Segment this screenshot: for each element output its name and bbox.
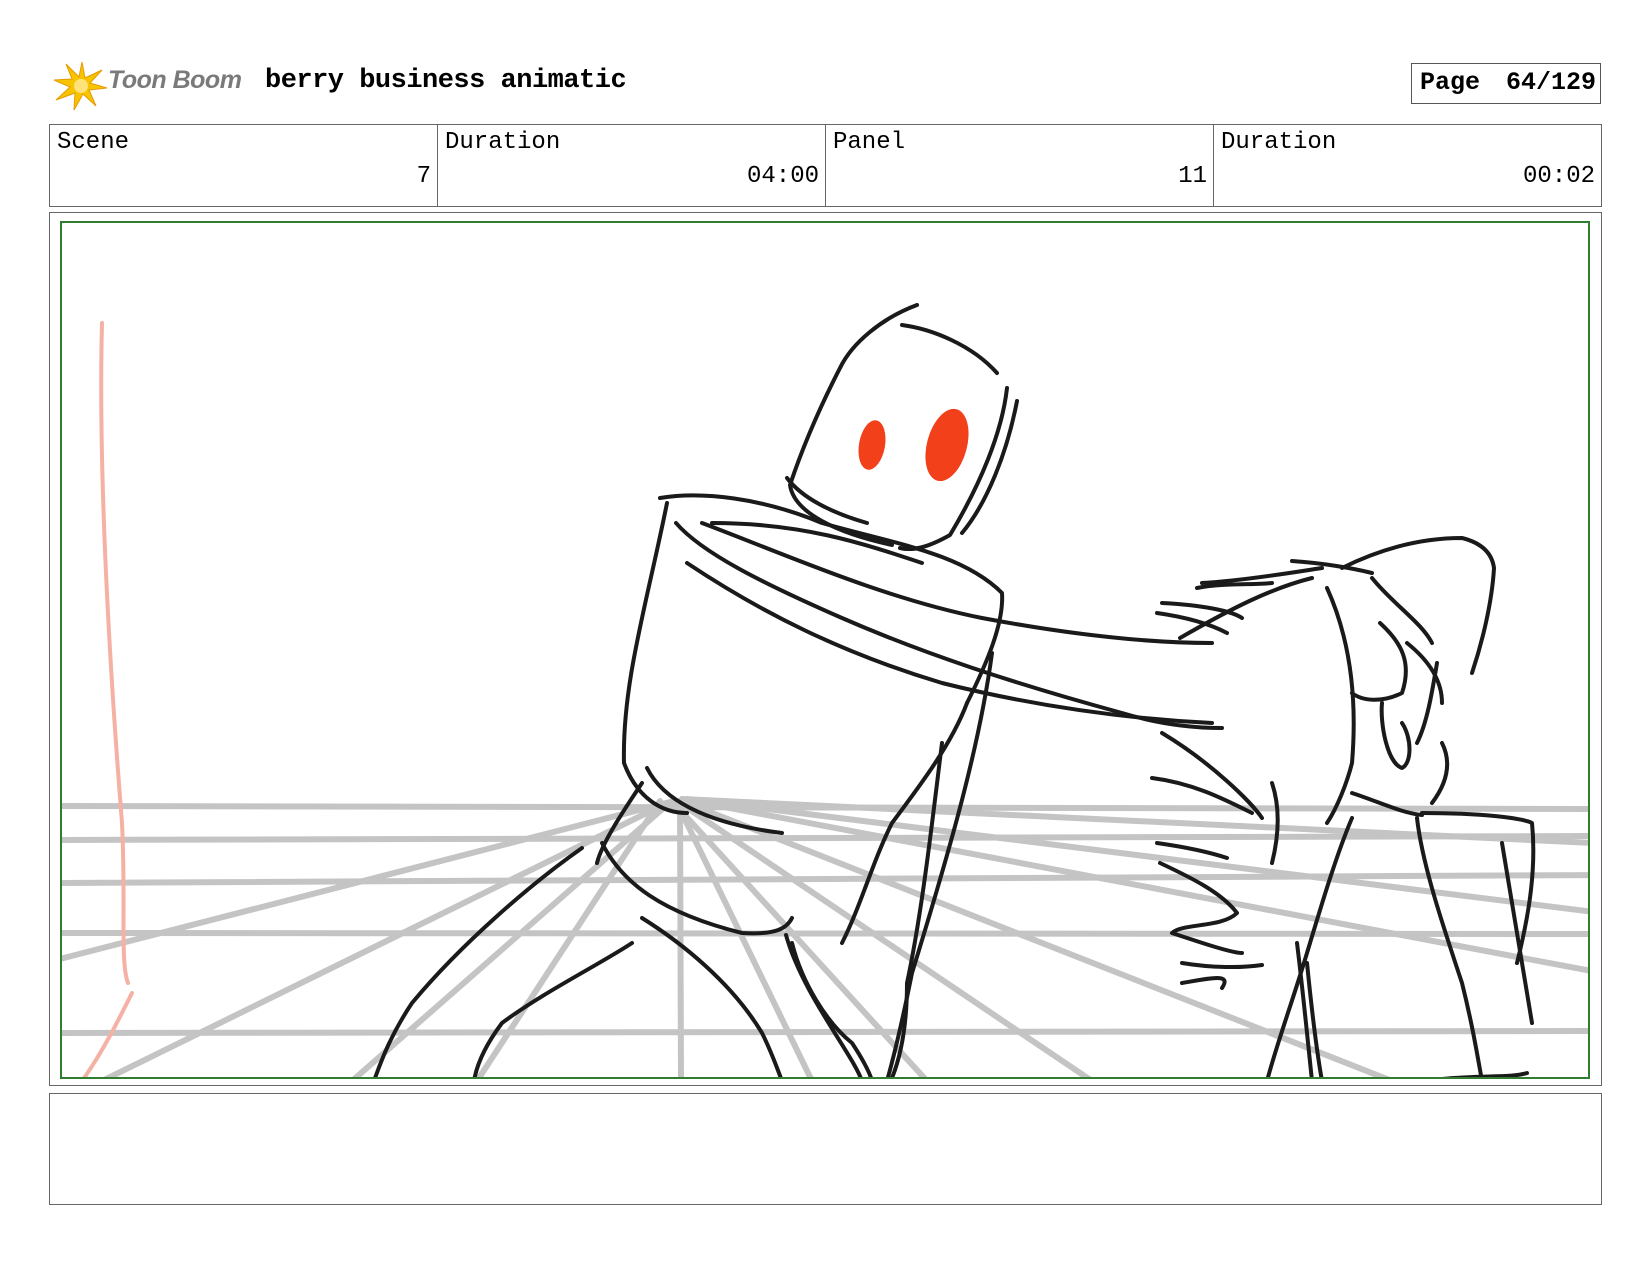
scene-label: Scene <box>57 129 130 156</box>
scene-cell: Scene 7 <box>50 125 438 206</box>
sketch-drawing <box>62 303 1588 1077</box>
scene-value: 7 <box>416 163 431 190</box>
panel-duration-label: Duration <box>1221 129 1337 156</box>
project-title: berry business animatic <box>265 66 627 96</box>
left-eye <box>858 420 886 470</box>
page-indicator: Page 64/129 <box>1411 63 1601 104</box>
panel-cell: Panel 11 <box>826 125 1214 206</box>
panel-duration-cell: Duration 00:02 <box>1214 125 1601 206</box>
panel-value: 11 <box>1178 163 1207 190</box>
perspective-grid <box>62 796 1588 1077</box>
starburst-icon <box>53 61 108 111</box>
right-eye <box>925 408 969 482</box>
panel-label: Panel <box>833 129 906 156</box>
motion-guide-line <box>82 321 134 1077</box>
robot-eyes <box>858 408 969 482</box>
storyboard-panel <box>49 212 1602 1086</box>
page-number: 64/129 <box>1505 68 1596 97</box>
page-label: Page <box>1420 68 1481 97</box>
scene-duration-cell: Duration 04:00 <box>438 125 826 206</box>
camera-frame <box>60 221 1590 1079</box>
scene-duration-label: Duration <box>445 129 561 156</box>
panel-notes-box <box>49 1093 1602 1205</box>
panel-duration-value: 00:02 <box>1522 163 1595 190</box>
scene-duration-value: 04:00 <box>746 163 819 190</box>
toon-boom-logo: Toon Boom <box>52 58 252 112</box>
scene-info-table: Scene 7 Duration 04:00 Panel 11 Duration… <box>49 124 1602 207</box>
logo-text: Toon Boom <box>108 66 242 94</box>
